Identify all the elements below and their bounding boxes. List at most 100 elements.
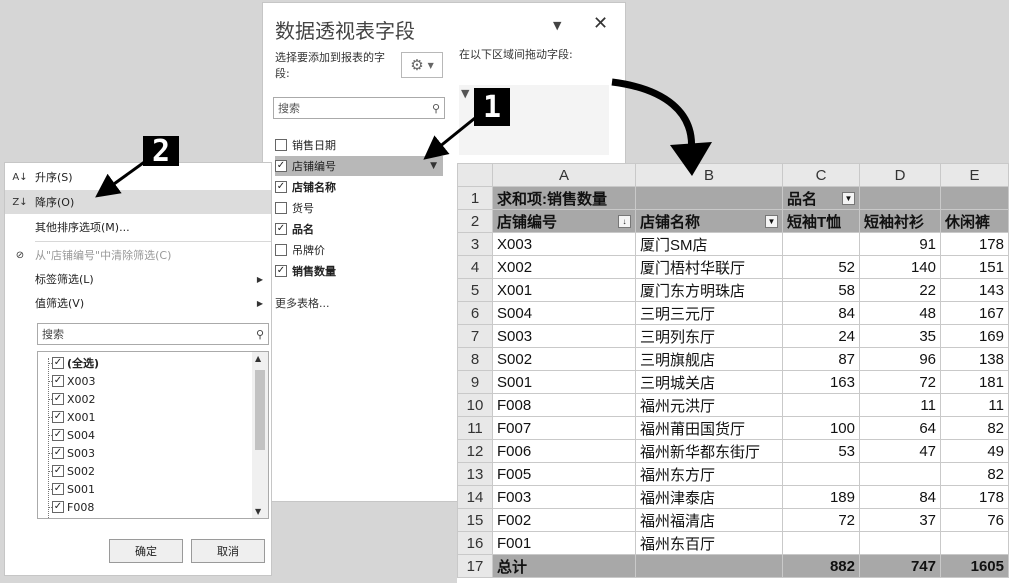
field-checkbox[interactable]: ✓ (275, 265, 287, 277)
value-cell[interactable]: 84 (782, 301, 860, 325)
row-header[interactable]: 17 (457, 554, 493, 578)
field-item[interactable]: 吊牌价 (275, 240, 443, 260)
store-code-cell[interactable]: X001 (492, 278, 636, 302)
scrollbar[interactable]: ▲ ▼ (252, 352, 268, 518)
value-checkbox[interactable]: ✓ (52, 393, 64, 405)
row-header[interactable]: 3 (457, 232, 493, 256)
value-cell[interactable]: 72 (859, 370, 941, 394)
field-search-input[interactable]: 搜索 ⚲ (273, 97, 445, 119)
chevron-up-icon[interactable]: ▲ (255, 354, 261, 363)
store-name-cell[interactable]: 福州福清店 (635, 508, 783, 532)
value-cell[interactable]: 76 (940, 508, 1009, 532)
column-header[interactable]: E (940, 163, 1009, 187)
field-item[interactable]: ✓ 销售数量 (275, 261, 443, 281)
more-tables-link[interactable]: 更多表格... (275, 295, 330, 311)
store-code-cell[interactable]: X002 (492, 255, 636, 279)
store-name-cell[interactable]: 三明列东厅 (635, 324, 783, 348)
pivot-cell[interactable] (635, 186, 783, 210)
filter-value-item[interactable]: ✓ S003 (52, 444, 95, 462)
column-item-label[interactable]: 休闲裤 (940, 209, 1009, 233)
value-cell[interactable]: 91 (859, 232, 941, 256)
grand-total-value[interactable]: 1605 (940, 554, 1009, 578)
value-cell[interactable]: 11 (859, 393, 941, 417)
sort-filter-icon[interactable]: ↓ (618, 214, 631, 228)
value-cell[interactable]: 82 (940, 416, 1009, 440)
chevron-down-icon[interactable]: ▼ (430, 161, 437, 171)
filter-dropdown-icon[interactable]: ▼ (765, 214, 778, 228)
store-code-cell[interactable]: S004 (492, 301, 636, 325)
filter-search-input[interactable]: 搜索 ⚲ (37, 323, 269, 345)
value-checkbox[interactable]: ✓ (52, 429, 64, 441)
column-item-label[interactable]: 短袖T恤 (782, 209, 860, 233)
row-header[interactable]: 5 (457, 278, 493, 302)
filter-value-item[interactable]: ✓ F008 (52, 498, 94, 516)
column-header[interactable]: A (492, 163, 636, 187)
value-cell[interactable]: 11 (940, 393, 1009, 417)
value-cell[interactable]: 181 (940, 370, 1009, 394)
value-cell[interactable] (782, 232, 860, 256)
value-cell[interactable] (782, 462, 860, 486)
clear-filter-item[interactable]: ⊘ 从"店铺编号"中清除筛选(C) (5, 243, 271, 267)
filter-value-item[interactable]: ✓ S004 (52, 426, 95, 444)
store-name-cell[interactable]: 福州元洪厅 (635, 393, 783, 417)
close-icon[interactable]: ✕ (593, 13, 608, 34)
value-cell[interactable]: 82 (940, 462, 1009, 486)
field-checkbox[interactable]: ✓ (275, 223, 287, 235)
field-list-settings-button[interactable]: ⚙ ▼ (401, 52, 443, 78)
value-cell[interactable]: 52 (782, 255, 860, 279)
value-cell[interactable]: 37 (859, 508, 941, 532)
value-cell[interactable]: 100 (782, 416, 860, 440)
store-name-cell[interactable]: 三明城关店 (635, 370, 783, 394)
sort-descending-item[interactable]: Z↓ 降序(O) (5, 190, 271, 214)
row-header[interactable]: 12 (457, 439, 493, 463)
pivot-value-label[interactable]: 求和项:销售数量 (492, 186, 636, 210)
store-code-cell[interactable]: S001 (492, 370, 636, 394)
store-name-cell[interactable]: 福州津泰店 (635, 485, 783, 509)
value-checkbox[interactable]: ✓ (52, 501, 64, 513)
value-checkbox[interactable]: ✓ (52, 483, 64, 495)
value-cell[interactable]: 189 (782, 485, 860, 509)
value-checkbox[interactable]: ✓ (52, 447, 64, 459)
value-checkbox[interactable]: ✓ (52, 357, 64, 369)
pivot-cell[interactable] (859, 186, 941, 210)
field-checkbox[interactable] (275, 244, 287, 256)
store-code-cell[interactable]: S002 (492, 347, 636, 371)
label-filter-item[interactable]: 标签筛选(L) ▶ (5, 267, 271, 291)
store-name-cell[interactable]: 福州新华都东街厅 (635, 439, 783, 463)
store-code-cell[interactable]: F008 (492, 393, 636, 417)
value-checkbox[interactable]: ✓ (52, 375, 64, 387)
store-code-cell[interactable]: F005 (492, 462, 636, 486)
field-item[interactable]: 货号 (275, 198, 443, 218)
value-cell[interactable]: 58 (782, 278, 860, 302)
store-code-cell[interactable]: F003 (492, 485, 636, 509)
value-cell[interactable]: 163 (782, 370, 860, 394)
row-field-cell[interactable]: 店铺名称 ▼ (635, 209, 783, 233)
value-cell[interactable] (859, 462, 941, 486)
filter-value-item[interactable]: ✓ X002 (52, 390, 96, 408)
field-item[interactable]: ✓ 店铺名称 (275, 177, 443, 197)
value-cell[interactable]: 96 (859, 347, 941, 371)
value-cell[interactable]: 24 (782, 324, 860, 348)
field-checkbox[interactable] (275, 202, 287, 214)
store-code-cell[interactable]: S003 (492, 324, 636, 348)
column-header[interactable]: D (859, 163, 941, 187)
value-cell[interactable]: 167 (940, 301, 1009, 325)
filter-value-item[interactable]: ✓ X001 (52, 408, 96, 426)
select-all-corner[interactable] (457, 163, 493, 187)
scrollbar-thumb[interactable] (255, 370, 265, 450)
store-name-cell[interactable]: 三明旗舰店 (635, 347, 783, 371)
row-header[interactable]: 11 (457, 416, 493, 440)
field-checkbox[interactable]: ✓ (275, 160, 287, 172)
column-header[interactable]: C (782, 163, 860, 187)
sort-ascending-item[interactable]: A↓ 升序(S) (5, 165, 271, 189)
column-item-label[interactable]: 短袖衬衫 (859, 209, 941, 233)
column-field-cell[interactable]: 品名 ▼ (782, 186, 860, 210)
field-checkbox[interactable]: ✓ (275, 181, 287, 193)
store-name-cell[interactable]: 福州东百厅 (635, 531, 783, 555)
store-name-cell[interactable]: 厦门SM店 (635, 232, 783, 256)
ok-button[interactable]: 确定 (109, 539, 183, 563)
value-cell[interactable] (859, 531, 941, 555)
grand-total-value[interactable]: 747 (859, 554, 941, 578)
cancel-button[interactable]: 取消 (191, 539, 265, 563)
row-header[interactable]: 14 (457, 485, 493, 509)
